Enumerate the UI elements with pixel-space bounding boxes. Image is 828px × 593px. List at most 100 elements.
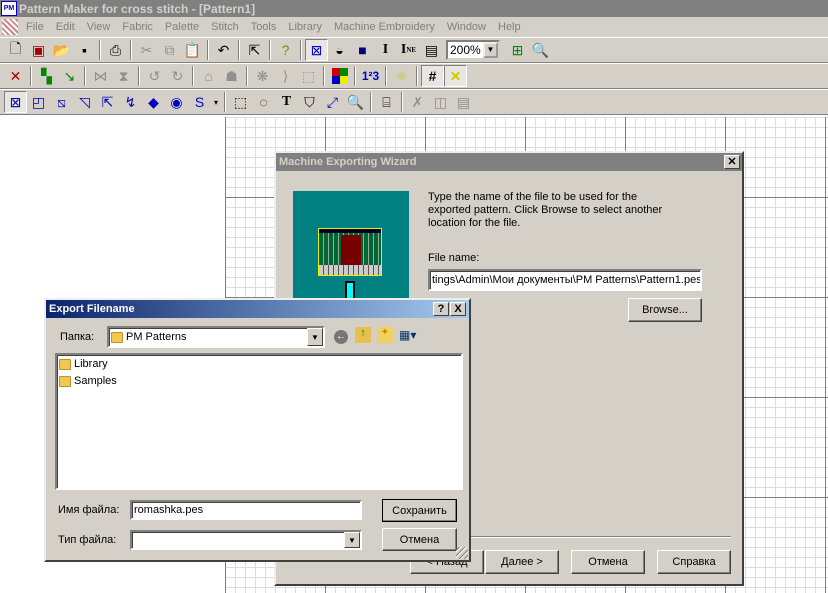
pattern-preview-icon: [318, 228, 382, 276]
columns-icon[interactable]: ◫: [429, 91, 452, 113]
menu-palette[interactable]: Palette: [159, 21, 205, 33]
half-mirror-icon[interactable]: ⟩: [274, 65, 297, 87]
menu-edit[interactable]: Edit: [50, 21, 81, 33]
next-button[interactable]: Далее >: [485, 550, 559, 574]
export-cancel-button[interactable]: Отмена: [382, 528, 457, 551]
open-template-icon[interactable]: ▣: [27, 39, 50, 61]
close-icon[interactable]: ✕: [724, 155, 740, 169]
view-menu-icon[interactable]: ▦▾: [399, 328, 421, 342]
text-icon[interactable]: T: [275, 91, 298, 113]
list-item[interactable]: Samples: [59, 375, 117, 392]
french-knot-icon[interactable]: ◆: [142, 91, 165, 113]
wizard-help-button[interactable]: Справка: [657, 550, 731, 574]
zoom-select[interactable]: 200% ▼: [446, 40, 500, 60]
stitch-icon[interactable]: ✗: [406, 91, 429, 113]
page-lines-icon[interactable]: ▤: [452, 91, 475, 113]
text-i-icon[interactable]: I: [374, 39, 397, 61]
replace-color-icon[interactable]: ▚: [35, 65, 58, 87]
copy-icon[interactable]: ⧉: [158, 39, 181, 61]
help-icon[interactable]: ?: [274, 39, 297, 61]
wizard-cancel-button[interactable]: Отмена: [571, 550, 645, 574]
magnifier-icon[interactable]: 🔍: [344, 91, 367, 113]
file-list[interactable]: Library Samples: [55, 353, 463, 490]
cross-icon[interactable]: ✕: [444, 65, 467, 87]
new-icon[interactable]: 🗋: [4, 39, 27, 61]
file-name-input[interactable]: tings\Admin\Мои документы\PM Patterns\Pa…: [428, 269, 702, 291]
print-icon[interactable]: ⎙: [104, 39, 127, 61]
rotate-right-icon[interactable]: ↻: [166, 65, 189, 87]
filetype-label: Тип файла:: [58, 534, 117, 546]
fill-icon[interactable]: ☗: [220, 65, 243, 87]
palette-icon[interactable]: [328, 65, 351, 87]
delete-icon[interactable]: ✕: [4, 65, 27, 87]
chevron-down-icon[interactable]: ▾: [211, 91, 221, 113]
backstitch-icon[interactable]: ↯: [119, 91, 142, 113]
text-ine-icon[interactable]: I NE: [397, 39, 420, 61]
open-icon[interactable]: 📂: [50, 39, 73, 61]
help-icon[interactable]: ?: [433, 302, 449, 316]
color-view-icon[interactable]: ■: [351, 39, 374, 61]
menu-window[interactable]: Window: [441, 21, 492, 33]
mirror-icon[interactable]: ❋: [251, 65, 274, 87]
import-icon[interactable]: ⇱: [243, 39, 266, 61]
document-icon[interactable]: [2, 19, 18, 35]
select-area-icon[interactable]: ⬚: [297, 65, 320, 87]
three-quarter-stitch-icon[interactable]: ◹: [73, 91, 96, 113]
chevron-down-icon[interactable]: ▼: [344, 532, 360, 548]
chevron-down-icon[interactable]: ▼: [483, 42, 498, 58]
menu-library[interactable]: Library: [282, 21, 328, 33]
list-item[interactable]: Library: [59, 358, 108, 375]
rect-select-icon[interactable]: ⬚: [229, 91, 252, 113]
app-titlebar: PM Pattern Maker for cross stitch - [Pat…: [0, 0, 828, 17]
filename-input[interactable]: romashka.pes: [130, 500, 362, 520]
page-icon[interactable]: ▤: [420, 39, 443, 61]
half-stitch-icon[interactable]: ⧅: [50, 91, 73, 113]
grid-icon[interactable]: #: [421, 65, 444, 87]
chevron-down-icon[interactable]: ▼: [307, 328, 323, 346]
close-icon[interactable]: X: [450, 302, 466, 316]
outline-icon[interactable]: ⌂: [197, 65, 220, 87]
fill-bucket-icon[interactable]: ⛉: [298, 91, 321, 113]
filetype-select[interactable]: ▼: [130, 530, 362, 550]
cross-stitch-view-icon[interactable]: ⊠: [305, 39, 328, 61]
full-stitch-icon[interactable]: ⊠: [4, 91, 27, 113]
petite-stitch-icon[interactable]: ⇱: [96, 91, 119, 113]
fit-icon[interactable]: ⊞: [506, 39, 529, 61]
menu-file[interactable]: File: [20, 21, 50, 33]
save-button[interactable]: Сохранить: [382, 499, 457, 522]
toolbar-edit: ✕ ▚ ↘ ⋈ ⧗ ↺ ↻ ⌂ ☗ ❋ ⟩ ⬚ 1²3 ✺ # ✕: [0, 63, 828, 89]
up-folder-icon[interactable]: ↑: [355, 327, 371, 343]
menu-tools[interactable]: Tools: [245, 21, 283, 33]
numbering-icon[interactable]: 1²3: [359, 65, 382, 87]
menu-help[interactable]: Help: [492, 21, 527, 33]
bead-icon[interactable]: ◉: [165, 91, 188, 113]
symbol-view-icon[interactable]: ◒: [328, 39, 351, 61]
folder-icon: [59, 358, 71, 370]
menu-machine-embroidery[interactable]: Machine Embroidery: [328, 21, 441, 33]
eyedropper-icon[interactable]: ⤢: [321, 91, 344, 113]
lasso-select-icon[interactable]: ◌: [252, 91, 275, 113]
paste-icon[interactable]: 📋: [181, 39, 204, 61]
back-icon[interactable]: ←: [334, 330, 348, 344]
browse-button[interactable]: Browse...: [628, 298, 702, 322]
flip-horizontal-icon[interactable]: ⋈: [89, 65, 112, 87]
quarter-stitch-icon[interactable]: ◰: [27, 91, 50, 113]
machine-icon[interactable]: ⌸: [375, 91, 398, 113]
save-icon[interactable]: ▪: [73, 39, 96, 61]
replace-stitch-icon[interactable]: ↘: [58, 65, 81, 87]
new-folder-icon[interactable]: ✦: [377, 327, 393, 343]
menu-fabric[interactable]: Fabric: [116, 21, 159, 33]
flip-vertical-icon[interactable]: ⧗: [112, 65, 135, 87]
menu-view[interactable]: View: [81, 21, 117, 33]
zoom-value: 200%: [450, 43, 481, 57]
rotate-left-icon[interactable]: ↺: [143, 65, 166, 87]
filename-label: Имя файла:: [58, 504, 120, 516]
cut-icon[interactable]: ✂: [135, 39, 158, 61]
resize-grip[interactable]: [456, 547, 468, 559]
menu-stitch[interactable]: Stitch: [205, 21, 245, 33]
sparkle-icon[interactable]: ✺: [390, 65, 413, 87]
folder-select[interactable]: PM Patterns ▼: [107, 326, 325, 348]
s-icon[interactable]: S: [188, 91, 211, 113]
undo-icon[interactable]: ↶: [212, 39, 235, 61]
zoom-tool-icon[interactable]: 🔍: [529, 39, 552, 61]
